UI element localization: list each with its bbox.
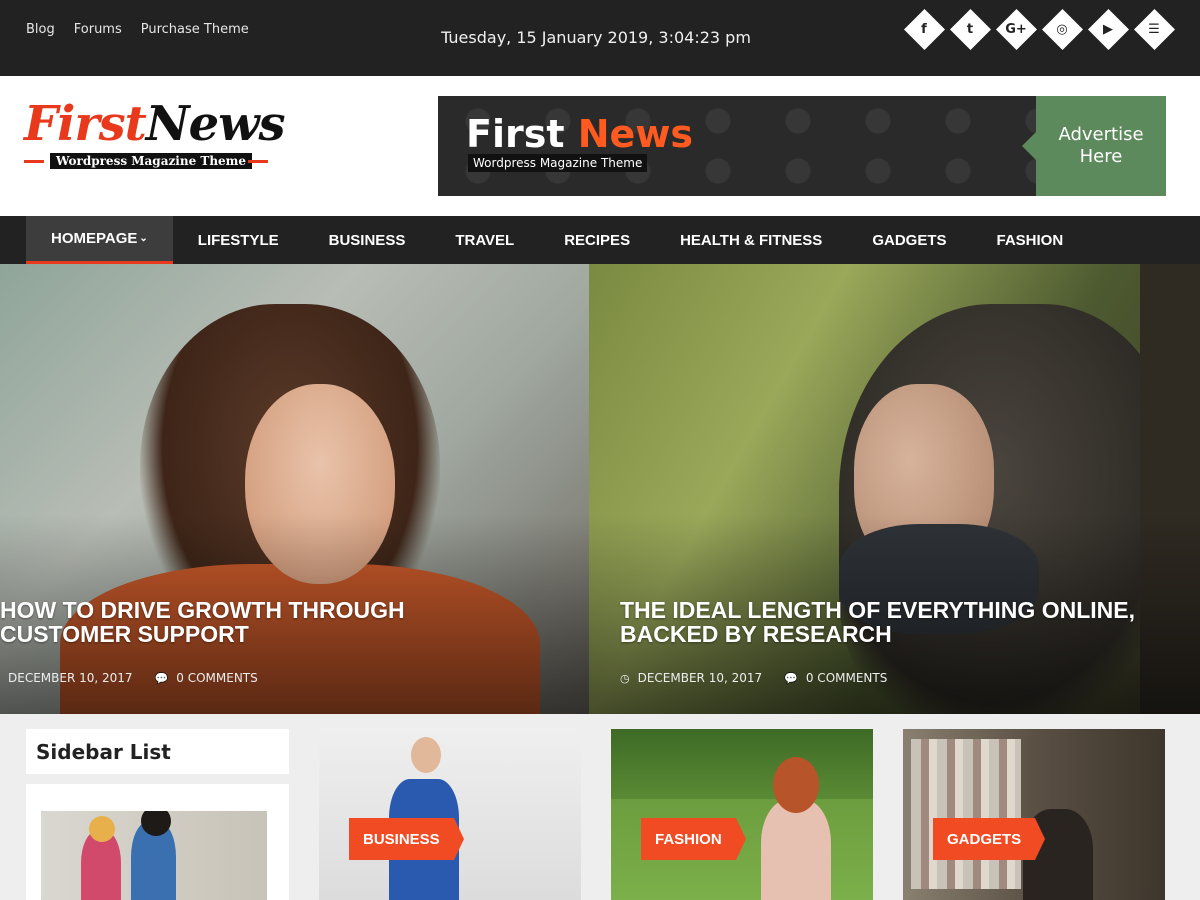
slide-title[interactable]: HOW TO DRIVE GROWTH THROUGH CUSTOMER SUP… (0, 598, 540, 646)
nav-item-label: HOMEPAGE (51, 230, 138, 247)
sidebar-title: Sidebar List (36, 740, 171, 764)
category-badge-fashion[interactable]: FASHION (641, 818, 746, 860)
google-plus-icon: G+ (1005, 21, 1027, 37)
category-badge-business[interactable]: BUSINESS (349, 818, 464, 860)
slide-comments[interactable]: 0 COMMENTS (806, 671, 888, 685)
facebook-link[interactable]: f (903, 8, 945, 50)
ad-title-first: First (466, 112, 565, 156)
rss-link[interactable]: ☰ (1133, 8, 1175, 50)
slide-comments[interactable]: 0 COMMENTS (176, 671, 258, 685)
logo-tagline: Wordpress Magazine Theme (50, 153, 253, 169)
nav-item-gadgets[interactable]: GADGETS (847, 216, 971, 264)
logo-line-right (248, 160, 268, 163)
slide-meta: ◷ DECEMBER 10, 2017 💬 0 COMMENTS (620, 671, 887, 685)
ad-title-news: News (577, 112, 694, 156)
logo-first: First (24, 96, 147, 152)
nav-item-lifestyle[interactable]: LIFESTYLE (173, 216, 304, 264)
instagram-link[interactable]: ◎ (1041, 8, 1083, 50)
rss-icon: ☰ (1148, 21, 1160, 37)
nav-item-recipes[interactable]: RECIPES (539, 216, 655, 264)
nav-item-travel[interactable]: TRAVEL (430, 216, 539, 264)
featured-slide[interactable]: THE IDEAL LENGTH OF EVERYTHING ONLINE, B… (589, 264, 1200, 714)
social-links: f t G+ ◎ ▶ ☰ (903, 8, 1175, 50)
ad-subtitle: Wordpress Magazine Theme (468, 154, 648, 172)
logo-line-left (24, 160, 44, 163)
card-image-figure (411, 737, 441, 773)
nav-item-health-fitness[interactable]: HEALTH & FITNESS (655, 216, 847, 264)
comment-icon: 💬 (784, 671, 798, 685)
card-image-figure (773, 757, 819, 813)
sidebar-widget (26, 784, 289, 900)
post-card[interactable]: BUSINESS (319, 729, 581, 900)
google-plus-link[interactable]: G+ (995, 8, 1037, 50)
slide-meta: DECEMBER 10, 2017 💬 0 COMMENTS (8, 671, 258, 685)
nav-item-fashion[interactable]: FASHION (972, 216, 1089, 264)
chevron-down-icon: ⌄ (139, 233, 148, 244)
site-logo[interactable]: FirstNews Wordpress Magazine Theme (24, 96, 286, 176)
post-card[interactable]: GADGETS (903, 729, 1165, 900)
youtube-link[interactable]: ▶ (1087, 8, 1129, 50)
facebook-icon: f (921, 21, 927, 37)
slide-date: DECEMBER 10, 2017 (637, 671, 763, 685)
sidebar-post-image[interactable] (41, 811, 267, 900)
clock-icon: ◷ (620, 671, 630, 685)
slide-date: DECEMBER 10, 2017 (8, 671, 133, 685)
top-bar: Blog Forums Purchase Theme Tuesday, 15 J… (0, 0, 1200, 76)
card-image-trees (611, 729, 873, 799)
sidebar-widget-header: Sidebar List (26, 729, 289, 774)
ad-title: First News (466, 112, 693, 156)
featured-slide[interactable]: HOW TO DRIVE GROWTH THROUGH CUSTOMER SUP… (0, 264, 589, 714)
category-badge-gadgets[interactable]: GADGETS (933, 818, 1046, 860)
image-figure (89, 816, 115, 842)
logo-wordmark: FirstNews (24, 96, 286, 152)
card-image-figure (761, 799, 831, 900)
twitter-link[interactable]: t (949, 8, 991, 50)
main-navigation: HOMEPAGE ⌄ LIFESTYLE BUSINESS TRAVEL RECI… (0, 216, 1200, 264)
post-card[interactable]: FASHION (611, 729, 873, 900)
logo-news: News (145, 96, 286, 152)
nav-items: HOMEPAGE ⌄ LIFESTYLE BUSINESS TRAVEL RECI… (26, 216, 1088, 264)
nav-item-homepage[interactable]: HOMEPAGE ⌄ (26, 216, 173, 264)
advertise-here-cta[interactable]: Advertise Here (1022, 96, 1166, 196)
site-header: FirstNews Wordpress Magazine Theme First… (0, 76, 1200, 216)
card-image-clothes-rack (911, 739, 1021, 889)
youtube-icon: ▶ (1103, 21, 1113, 37)
twitter-icon: t (966, 21, 974, 37)
comment-icon: 💬 (154, 671, 169, 685)
nav-item-business[interactable]: BUSINESS (304, 216, 431, 264)
advertisement-banner[interactable]: First News Wordpress Magazine Theme Adve… (438, 96, 1166, 196)
instagram-icon: ◎ (1056, 21, 1068, 37)
slide-title[interactable]: THE IDEAL LENGTH OF EVERYTHING ONLINE, B… (620, 598, 1160, 646)
featured-slider: HOW TO DRIVE GROWTH THROUGH CUSTOMER SUP… (0, 264, 1200, 714)
